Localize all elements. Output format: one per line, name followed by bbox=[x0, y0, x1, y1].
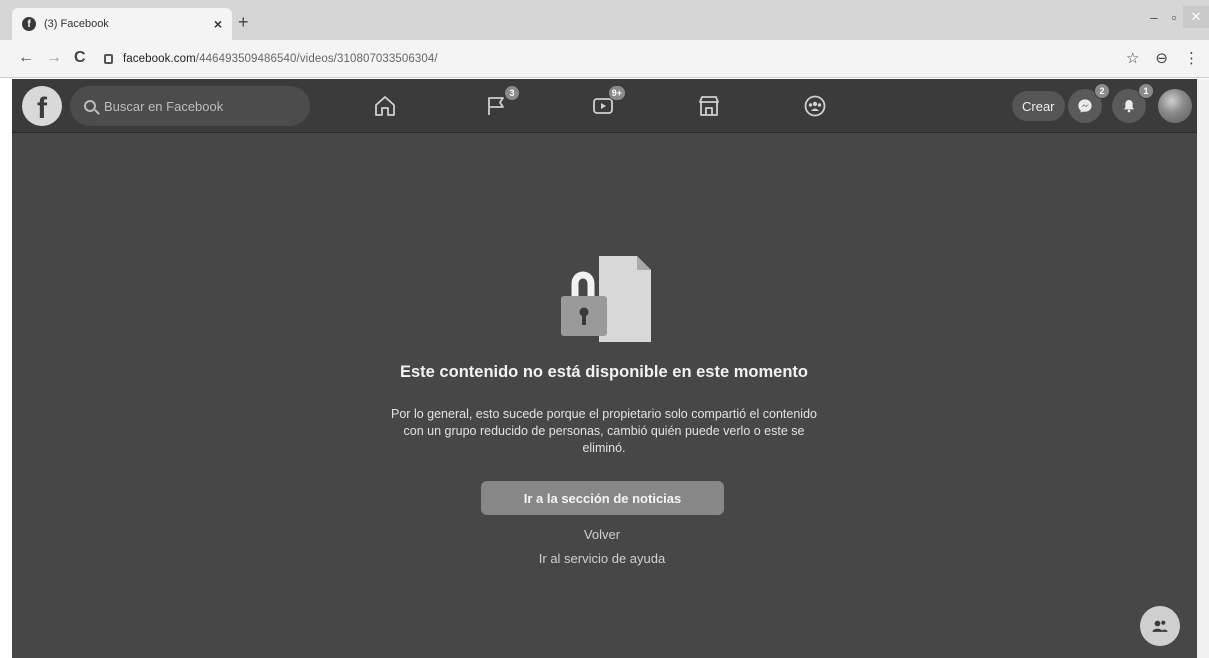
nav-home[interactable] bbox=[370, 91, 400, 121]
browser-icons: ☆ ⊖ ⋮ bbox=[1126, 49, 1199, 67]
bell-icon bbox=[1124, 100, 1134, 113]
help-center-link[interactable]: Ir al servicio de ayuda bbox=[452, 551, 752, 566]
search-box[interactable] bbox=[70, 86, 310, 126]
menu-icon[interactable]: ⋮ bbox=[1184, 49, 1199, 67]
new-tab-button[interactable]: + bbox=[238, 12, 249, 33]
tab-close-icon[interactable]: × bbox=[214, 16, 222, 32]
star-icon[interactable]: ☆ bbox=[1126, 49, 1139, 67]
unavailable-title: Este contenido no está disponible en est… bbox=[400, 363, 808, 381]
home-icon bbox=[375, 96, 395, 116]
nav-watch[interactable]: 9+ bbox=[588, 85, 626, 121]
browser-tab[interactable]: f (3) Facebook × bbox=[12, 8, 232, 40]
facebook-logo[interactable]: f bbox=[22, 86, 62, 126]
lock-icon bbox=[104, 54, 113, 64]
url-text: facebook.com/446493509486540/videos/3108… bbox=[123, 53, 438, 65]
url-path: /446493509486540/videos/310807033506304/ bbox=[195, 53, 438, 65]
browser-tabstrip: f (3) Facebook × + – ▫ ✕ bbox=[0, 0, 1209, 40]
facebook-top-nav: f 3 9+ Crear 2 1 bbox=[12, 79, 1197, 133]
nav-groups[interactable] bbox=[800, 91, 830, 121]
watch-badge: 9+ bbox=[607, 85, 626, 101]
back-button[interactable]: ← bbox=[18, 49, 34, 67]
pages-badge: 3 bbox=[504, 85, 520, 101]
store-icon bbox=[699, 96, 719, 116]
reload-button[interactable]: C bbox=[74, 49, 86, 67]
nav-marketplace[interactable] bbox=[694, 91, 724, 121]
address-bar[interactable]: facebook.com/446493509486540/videos/3108… bbox=[104, 47, 1114, 71]
search-input[interactable] bbox=[104, 98, 294, 114]
back-link[interactable]: Volver bbox=[452, 527, 752, 542]
messenger-badge: 2 bbox=[1094, 83, 1110, 99]
groups-icon bbox=[804, 95, 826, 117]
account-icon[interactable]: ⊖ bbox=[1155, 49, 1168, 67]
url-host: facebook.com bbox=[123, 53, 196, 65]
messenger-button[interactable]: 2 bbox=[1068, 83, 1110, 123]
create-button[interactable]: Crear bbox=[1012, 91, 1065, 121]
profile-avatar[interactable] bbox=[1158, 89, 1192, 123]
search-icon bbox=[84, 100, 96, 112]
messenger-icon bbox=[1078, 99, 1092, 113]
new-chat-button[interactable] bbox=[1140, 606, 1180, 646]
close-window-button[interactable]: ✕ bbox=[1183, 6, 1209, 28]
unavailable-description: Por lo general, esto sucede porque el pr… bbox=[391, 407, 817, 455]
facebook-favicon-icon: f bbox=[22, 17, 36, 31]
page-scrollbar[interactable] bbox=[1197, 79, 1209, 658]
notifications-badge: 1 bbox=[1138, 83, 1154, 99]
locked-content-illustration bbox=[561, 256, 651, 342]
browser-toolbar: ← → C facebook.com/446493509486540/video… bbox=[0, 40, 1209, 78]
notifications-button[interactable]: 1 bbox=[1112, 83, 1154, 123]
forward-button[interactable]: → bbox=[46, 49, 62, 67]
nav-pages[interactable]: 3 bbox=[482, 85, 520, 121]
go-to-news-feed-button[interactable]: Ir a la sección de noticias bbox=[481, 481, 724, 515]
new-chat-icon bbox=[1152, 620, 1168, 632]
main-content: Este contenido no está disponible en est… bbox=[12, 133, 1197, 658]
tab-title: (3) Facebook bbox=[44, 18, 109, 30]
